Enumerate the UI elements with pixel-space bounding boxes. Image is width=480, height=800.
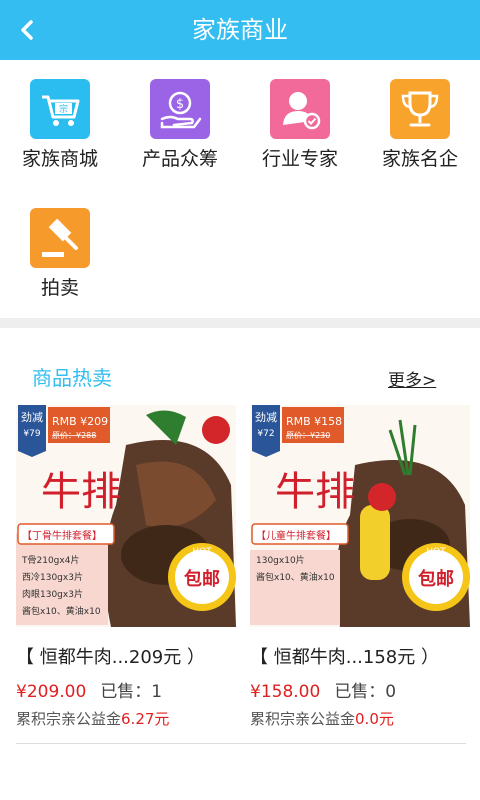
shopping-cart-icon: 宗 [30,79,90,139]
category-item-family-enterprise[interactable]: 家族名企 [360,79,480,171]
category-label: 家族名企 [381,148,458,170]
discount-label: 劲减 [21,411,43,424]
category-grid: 宗 家族商城 $ 产品众筹 行业专家 家族名企 拍卖 [0,60,480,318]
rmb-price: RMB ¥209 [52,415,108,428]
price-row: ¥209.00 已售：1 [16,677,236,702]
product-title[interactable]: 【 恒都牛肉...158元 ） [250,643,470,669]
cart-glyph: 宗 [59,103,68,115]
charity-fund-amount: 6.27元 [121,710,170,728]
product-price: ¥158.00 [250,682,321,702]
trophy-icon [390,79,450,139]
category-item-crowdfunding[interactable]: $ 产品众筹 [120,79,240,171]
discount-value: ¥72 [257,429,274,439]
money-glyph: $ [176,97,184,112]
big-title: 牛排 [275,469,355,515]
charity-fund-label: 累积宗亲公益金 [16,710,122,728]
rmb-price: RMB ¥158 [286,415,342,428]
section-title: 商品热卖 [32,366,112,390]
steak-illustration: 牛排 HOT 包邮 劲减 ¥79 RMB ¥209 原价：¥288 【丁骨牛排套… [16,405,236,627]
product-title[interactable]: 【 恒都牛肉...209元 ） [16,643,236,669]
charity-fund-row: 累积宗亲公益金6.27元 [16,708,236,729]
steak-illustration: 牛排 HOT 包邮 劲减 ¥72 RMB ¥158 原价：¥230 【儿童牛排套… [250,405,470,627]
hot-label: HOT [192,547,212,557]
category-label: 家族商城 [21,148,98,170]
big-title: 牛排 [41,469,121,515]
sold-count: 已售：1 [100,682,163,702]
product-image[interactable]: 牛排 HOT 包邮 劲减 ¥79 RMB ¥209 原价：¥288 【丁骨牛排套… [16,405,236,627]
set-item: 西冷130gx3片 [22,571,83,583]
set-name: 【丁骨牛排套餐】 [22,529,102,542]
product-card[interactable]: 牛排 HOT 包邮 劲减 ¥79 RMB ¥209 原价：¥288 【丁骨牛排套… [16,405,236,729]
charity-fund-amount: 0.0元 [355,710,394,728]
more-link[interactable]: 更多> [388,366,436,391]
set-name: 【儿童牛排套餐】 [256,529,336,542]
page-title: 家族商业 [192,16,288,44]
original-price: 原价：¥230 [286,431,330,440]
category-item-industry-expert[interactable]: 行业专家 [240,79,360,171]
product-card[interactable]: 牛排 HOT 包邮 劲减 ¥72 RMB ¥158 原价：¥230 【儿童牛排套… [250,405,470,729]
auction-hammer-icon [30,208,90,268]
sold-count: 已售：0 [334,682,397,702]
list-divider [16,743,466,744]
set-item: 酱包x10、黄油x10 [22,605,101,617]
charity-fund-row: 累积宗亲公益金0.0元 [250,708,470,729]
product-image[interactable]: 牛排 HOT 包邮 劲减 ¥72 RMB ¥158 原价：¥230 【儿童牛排套… [250,405,470,627]
expert-person-icon [270,79,330,139]
section-divider [0,318,480,328]
top-bar: 家族商业 [0,0,480,60]
set-item: 酱包x10、黄油x10 [256,571,335,583]
set-item: 130gx10片 [256,554,305,566]
product-price: ¥209.00 [16,682,87,702]
category-label: 行业专家 [261,148,338,170]
free-shipping-label: 包邮 [418,568,454,590]
original-price: 原价：¥288 [52,431,96,440]
hot-label: HOT [426,547,446,557]
discount-label: 劲减 [255,411,277,424]
category-item-family-mall[interactable]: 宗 家族商城 [0,79,120,171]
money-bag-hand-icon: $ [150,79,210,139]
set-item: 肉眼130gx3片 [22,588,83,600]
category-label: 拍卖 [40,277,79,299]
price-row: ¥158.00 已售：0 [250,677,470,702]
free-shipping-label: 包邮 [184,568,220,590]
category-item-auction[interactable]: 拍卖 [0,208,120,300]
discount-value: ¥79 [23,429,40,439]
charity-fund-label: 累积宗亲公益金 [250,710,356,728]
category-label: 产品众筹 [141,148,218,170]
set-item: T骨210gx4片 [21,554,79,566]
